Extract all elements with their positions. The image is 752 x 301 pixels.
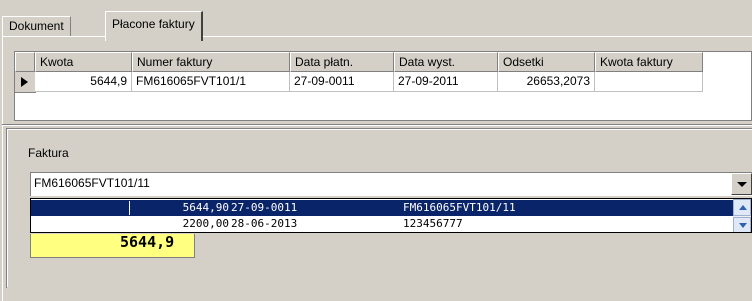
option-number: 123456777 [403, 217, 463, 230]
column-header-data-wyst[interactable]: Data wyst. [394, 52, 498, 72]
column-header-kwota-faktury[interactable]: Kwota faktury [595, 52, 703, 72]
cell-odsetki[interactable]: 26653,2073 [498, 72, 595, 92]
cell-data-platn[interactable]: 27-09-0011 [290, 72, 394, 92]
option-amount: 5644,90 [182, 201, 229, 214]
scroll-up-icon[interactable] [733, 199, 751, 216]
option-number: FM616065FVT101/11 [403, 201, 516, 214]
cell-kwota[interactable]: 5644,9 [35, 72, 132, 92]
invoice-dropdown-list[interactable]: 5644,90 27-09-0011 FM616065FVT101/11 220… [30, 198, 752, 233]
dropdown-arrow-icon[interactable] [731, 173, 752, 195]
option-amount: 2200,00 [182, 217, 229, 230]
column-header-numer-faktury[interactable]: Numer faktury [132, 52, 290, 72]
current-row-indicator-icon [15, 72, 36, 93]
invoice-combobox-value[interactable]: FM616065FVT101/11 [34, 176, 150, 190]
column-header-data-platn[interactable]: Data płatn. [290, 52, 394, 72]
invoice-label: Faktura [28, 146, 69, 160]
invoices-grid[interactable]: Kwota Numer faktury Data płatn. Data wys… [14, 51, 752, 121]
amount-display-value: 5644,9 [120, 233, 175, 251]
tab-placone-faktury[interactable]: Płacone faktury [105, 11, 203, 41]
cell-numer-faktury[interactable]: FM616065FVT101/1 [132, 72, 290, 92]
cell-kwota-faktury[interactable] [595, 72, 703, 92]
dropdown-scrollbar[interactable] [733, 199, 751, 232]
separator [2, 124, 752, 126]
column-header-kwota[interactable]: Kwota [35, 52, 132, 72]
grid-corner [15, 52, 35, 72]
dropdown-option[interactable]: 5644,90 27-09-0011 FM616065FVT101/11 [31, 200, 734, 216]
tab-dokument[interactable]: Dokument [2, 16, 71, 37]
option-date: 28-06-2013 [231, 217, 298, 230]
column-header-odsetki[interactable]: Odsetki [498, 52, 595, 72]
scroll-down-icon[interactable] [733, 217, 751, 232]
cell-data-wyst[interactable]: 27-09-2011 [394, 72, 498, 92]
dropdown-option[interactable]: 2200,00 28-06-2013 123456777 [31, 216, 734, 232]
column-divider [129, 201, 130, 215]
option-date: 27-09-0011 [231, 201, 298, 214]
